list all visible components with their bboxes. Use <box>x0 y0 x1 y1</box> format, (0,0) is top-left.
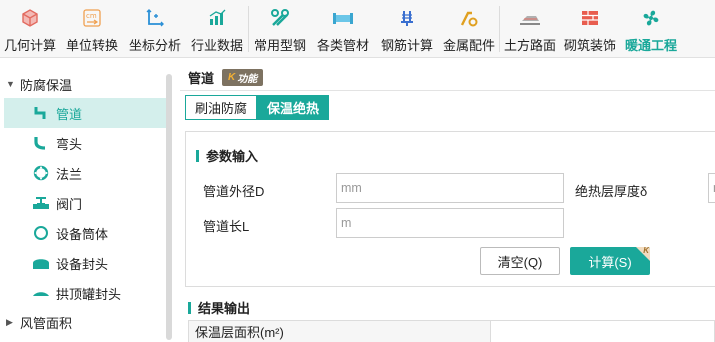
toolbar-label: 钢筋计算 <box>380 38 433 53</box>
sidebar-item-valve[interactable]: 阀门 <box>0 188 175 218</box>
function-badge-label: 功能 <box>237 73 258 85</box>
bar-chart-icon <box>206 7 228 29</box>
sidebar-item-label: 阀门 <box>56 196 83 212</box>
pipe-elbow-icon <box>32 104 50 122</box>
page-title: 管道 <box>188 70 215 86</box>
tab-bar: 刷油防腐 保温绝热 <box>185 95 330 120</box>
toolbar-item-pipes[interactable]: 各类管材 <box>311 0 375 58</box>
calculate-corner-k: K <box>643 247 649 255</box>
toolbar-item-rebar[interactable]: 钢筋计算 <box>375 0 439 58</box>
sidebar-item-head[interactable]: 设备封头 <box>0 248 175 278</box>
flange-icon <box>32 164 50 182</box>
toolbar-label: 几何计算 <box>3 38 56 53</box>
toolbar-item-geometry[interactable]: 几何计算 <box>0 0 60 58</box>
toolbar-label: 暖通工程 <box>624 38 677 53</box>
page-header: 管道 K 功能 <box>188 68 264 86</box>
sidebar-group-label: 防腐保温 <box>20 77 73 93</box>
toolbar-label: 常用型钢 <box>253 38 306 53</box>
road-icon <box>519 7 541 29</box>
input-section-title: 参数输入 <box>196 146 258 165</box>
sidebar-group-duct[interactable]: ▶ 风管面积 <box>0 308 175 336</box>
toolbar-label: 土方路面 <box>503 38 556 53</box>
cylinder-icon <box>32 224 50 242</box>
axis-icon <box>144 7 166 29</box>
output-section-title: 结果输出 <box>188 298 250 317</box>
pipe-length-input[interactable] <box>336 208 564 238</box>
insulation-thickness-label: 绝热层厚度δ <box>575 184 648 199</box>
sidebar-item-label: 管道 <box>56 106 83 122</box>
unit-convert-icon: cm <box>81 7 103 29</box>
dome-cap-icon <box>32 284 50 302</box>
svg-text:cm: cm <box>86 12 97 20</box>
output-row-label: 保温层面积(m²) <box>189 321 491 342</box>
tab-insulation[interactable]: 保温绝热 <box>257 95 330 120</box>
outer-diameter-label: 管道外径D <box>203 184 265 199</box>
sidebar-item-label: 弯头 <box>56 136 83 152</box>
toolbar-item-masonry[interactable]: 砌筑装饰 <box>560 0 620 58</box>
pipe-icon <box>332 7 354 29</box>
clear-button[interactable]: 清空(Q) <box>480 247 560 275</box>
output-section-label: 结果输出 <box>198 301 251 316</box>
valve-icon <box>32 194 50 212</box>
sidebar-item-dome[interactable]: 拱顶罐封头 <box>0 278 175 308</box>
pipe-length-label: 管道长L <box>203 219 250 234</box>
title-divider <box>180 90 715 91</box>
toolbar-label: 坐标分析 <box>128 38 181 53</box>
main-panel: 管道 K 功能 刷油防腐 保温绝热 参数输入 管道外径D 绝热层厚度δ 管道长L… <box>180 64 715 342</box>
wrench-icon <box>269 7 291 29</box>
metal-fitting-icon <box>458 7 480 29</box>
sidebar-item-label: 设备封头 <box>56 256 109 272</box>
caret-down-icon: ▼ <box>6 79 15 89</box>
head-cap-icon <box>32 254 50 272</box>
sidebar-group-anticorrosion[interactable]: ▼ 防腐保温 <box>0 70 175 98</box>
top-toolbar: 几何计算 cm 单位转换 坐标分析 行业数据 常用型钢 各类管材 钢筋计算 金属… <box>0 0 715 58</box>
section-bar <box>196 149 199 162</box>
outer-diameter-input[interactable] <box>336 173 564 203</box>
bend-icon <box>32 134 50 152</box>
calculate-button-label: 计算(S) <box>588 254 632 270</box>
sidebar-item-cylinder[interactable]: 设备筒体 <box>0 218 175 248</box>
caret-right-icon: ▶ <box>6 316 13 327</box>
toolbar-item-industry[interactable]: 行业数据 <box>186 0 248 58</box>
toolbar-label: 金属配件 <box>442 38 495 53</box>
fan-icon <box>640 7 662 29</box>
insulation-thickness-input[interactable] <box>708 173 715 203</box>
sidebar-scrollbar[interactable] <box>166 74 172 340</box>
toolbar-item-earthwork[interactable]: 土方路面 <box>500 0 560 58</box>
toolbar-item-steel[interactable]: 常用型钢 <box>249 0 311 58</box>
toolbar-item-axis[interactable]: 坐标分析 <box>124 0 186 58</box>
sidebar-group-label: 风管面积 <box>20 315 73 331</box>
function-badge[interactable]: K 功能 <box>222 68 264 86</box>
toolbar-label: 各类管材 <box>316 38 369 53</box>
calculate-button[interactable]: 计算(S) K <box>570 247 650 275</box>
input-section-label: 参数输入 <box>206 149 259 164</box>
sidebar-item-flange[interactable]: 法兰 <box>0 158 175 188</box>
brick-icon <box>579 7 601 29</box>
sidebar: ▼ 防腐保温 管道 弯头 法兰 阀门 设备筒体 设备封头 拱顶罐封头 ▶ 风管面… <box>0 70 175 340</box>
cube-icon <box>19 7 41 29</box>
function-badge-k: K <box>228 71 236 83</box>
toolbar-item-metal[interactable]: 金属配件 <box>439 0 499 58</box>
toolbar-item-hvac[interactable]: 暖通工程 <box>620 0 682 58</box>
sidebar-item-label: 设备筒体 <box>56 226 109 242</box>
toolbar-label: 行业数据 <box>190 38 243 53</box>
toolbar-label: 单位转换 <box>65 38 118 53</box>
output-table: 保温层面积(m²) <box>188 320 715 342</box>
sidebar-item-bend[interactable]: 弯头 <box>0 128 175 158</box>
toolbar-label: 砌筑装饰 <box>563 38 616 53</box>
toolbar-item-unit[interactable]: cm 单位转换 <box>60 0 124 58</box>
tab-anticorrosion-paint[interactable]: 刷油防腐 <box>185 95 258 120</box>
sidebar-item-label: 法兰 <box>56 166 83 182</box>
section-bar <box>188 301 191 314</box>
sidebar-item-label: 拱顶罐封头 <box>56 286 122 302</box>
rebar-icon <box>396 7 418 29</box>
sidebar-item-pipe[interactable]: 管道 <box>4 98 167 128</box>
